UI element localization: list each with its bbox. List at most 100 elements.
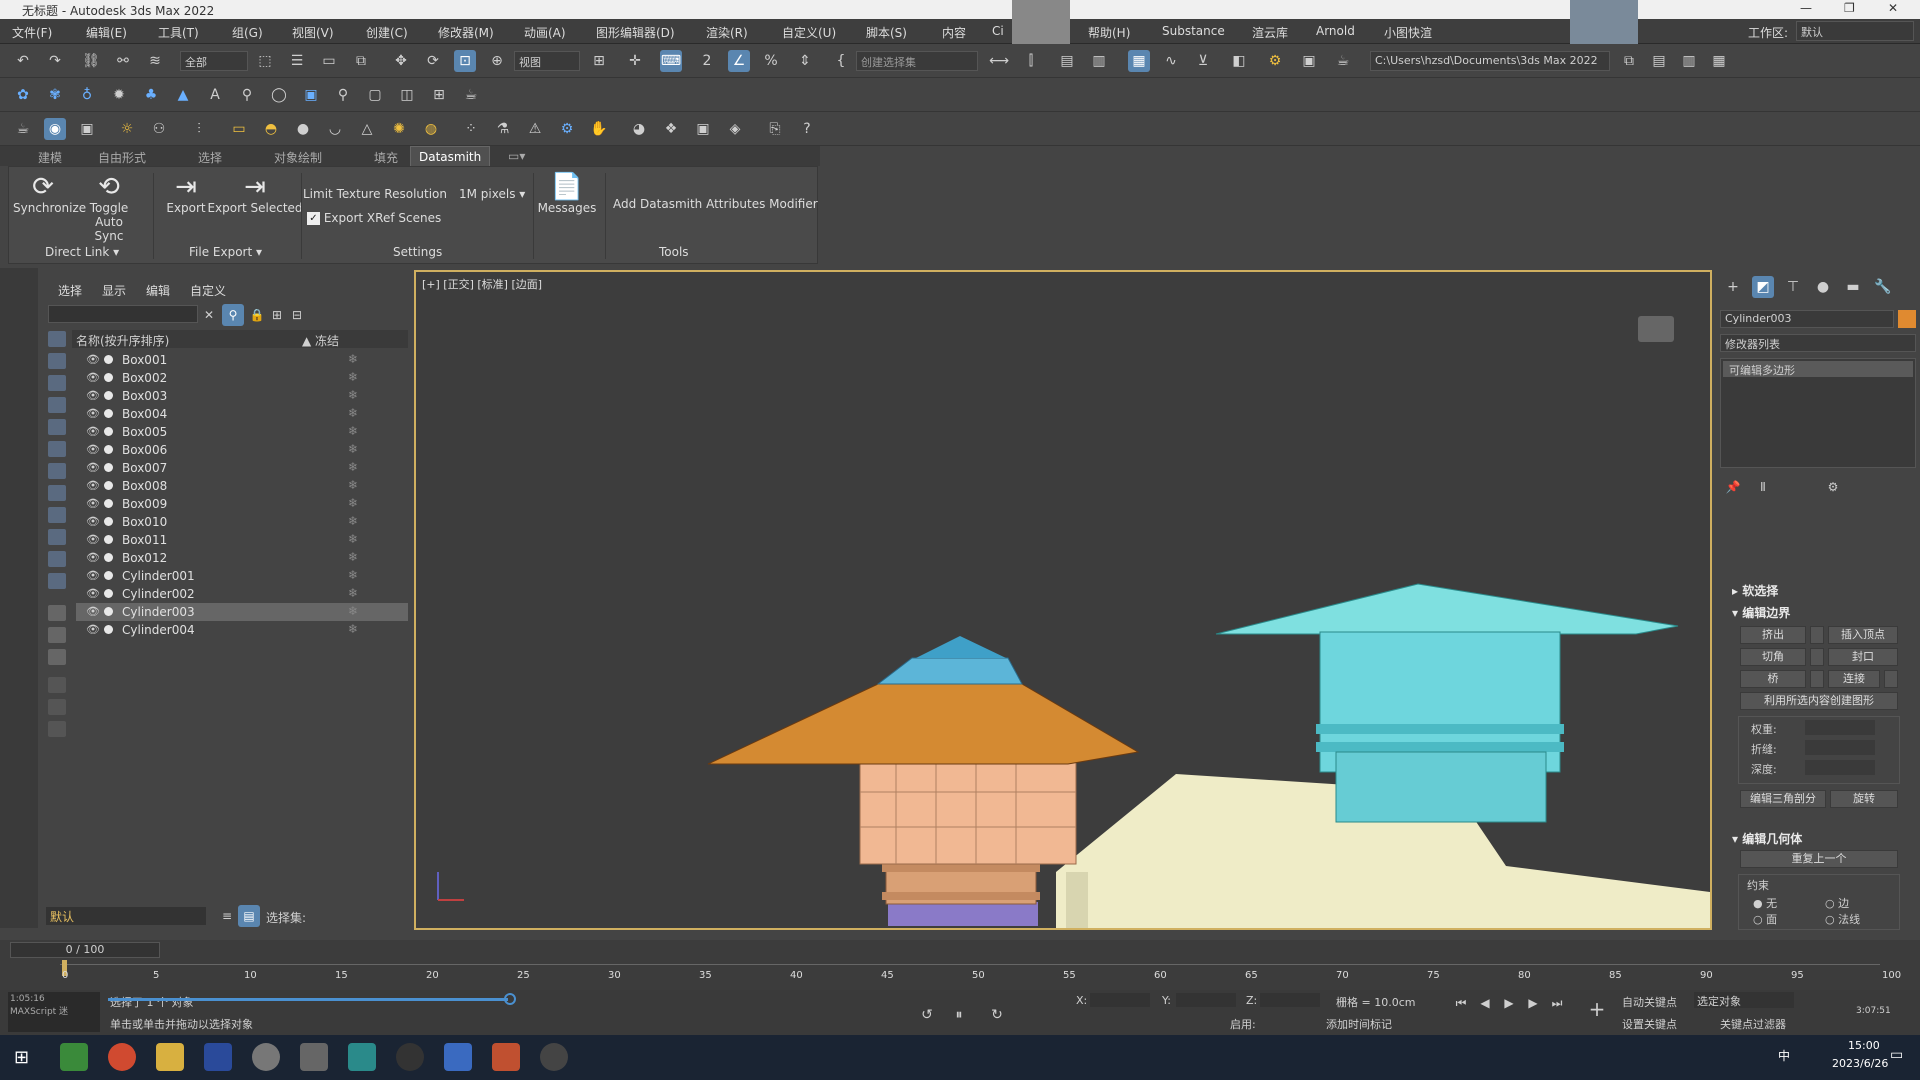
material-editor-icon[interactable]: ◧ <box>1228 50 1250 72</box>
connect-settings-button[interactable] <box>1884 670 1898 688</box>
particle-icon[interactable]: ⁘ <box>460 118 482 140</box>
extrude-settings-button[interactable] <box>1810 626 1824 644</box>
key-filters-button[interactable]: 关键点过滤器 <box>1720 1016 1786 1032</box>
column-name-header[interactable]: 名称(按升序排序) <box>76 332 169 349</box>
explorer-row[interactable]: 👁 Cylinder002 ❄ <box>76 585 408 603</box>
teapot-icon[interactable]: ☕ <box>12 118 34 140</box>
chamfer-settings-button[interactable] <box>1810 648 1824 666</box>
x-coordinate-field[interactable] <box>1090 993 1150 1007</box>
globe-icon[interactable]: ◕ <box>628 118 650 140</box>
taskbar-app-1[interactable] <box>60 1043 88 1071</box>
render-toggle-icon[interactable] <box>104 571 113 580</box>
tree-icon[interactable]: ♣ <box>140 84 162 106</box>
bridge-settings-button[interactable] <box>1810 670 1824 688</box>
progress-handle[interactable] <box>504 993 516 1005</box>
edit-triangulation-button[interactable]: 编辑三角剖分 <box>1740 790 1826 808</box>
schematic-view-icon[interactable]: ⊻ <box>1192 50 1214 72</box>
create-tab-icon[interactable]: + <box>1722 276 1744 298</box>
tab-modeling[interactable]: 建模 <box>38 149 62 166</box>
tab-populate[interactable]: 填充 <box>374 149 398 166</box>
layer-stack-icon[interactable]: ≡ <box>216 905 238 927</box>
play-icon[interactable]: ▶ <box>1498 992 1520 1014</box>
menu-substance[interactable]: Substance <box>1162 24 1225 38</box>
rollout-soft-selection[interactable]: ▸ 软选择 <box>1732 582 1778 599</box>
menu-customize[interactable]: 自定义(U) <box>782 24 836 41</box>
reference-coordinate-dropdown[interactable]: 视图 <box>514 51 580 71</box>
display-shapes-icon[interactable] <box>48 353 66 369</box>
freeze-icon[interactable]: ❄ <box>348 352 358 366</box>
filter-icon[interactable]: ⚲ <box>222 304 244 326</box>
freeze-icon[interactable]: ❄ <box>348 604 358 618</box>
menu-civil[interactable]: Ci <box>992 24 1004 38</box>
add-time-tag[interactable]: 添加时间标记 <box>1326 1016 1392 1032</box>
motion-tab-icon[interactable]: ● <box>1812 276 1834 298</box>
freeze-icon[interactable]: ❄ <box>348 478 358 492</box>
render-toggle-icon[interactable] <box>104 355 113 364</box>
layer-explorer-icon[interactable]: ▤ <box>1056 50 1078 72</box>
insert-vertex-button[interactable]: 插入顶点 <box>1828 626 1898 644</box>
menu-help[interactable]: 帮助(H) <box>1088 24 1130 41</box>
explorer-row[interactable]: 👁 Cylinder001 ❄ <box>76 567 408 585</box>
time-slider[interactable]: 0 / 100 <box>10 942 160 958</box>
snaps-toggle-icon[interactable]: 2 <box>696 50 718 72</box>
edit-named-selection-icon[interactable]: { <box>830 50 852 72</box>
taskbar-app-arrow[interactable] <box>444 1043 472 1071</box>
hierarchy-icon[interactable]: ⊞ <box>266 304 288 326</box>
window-crossing-icon[interactable]: ⧉ <box>350 50 372 72</box>
shape-icon[interactable]: ⚠ <box>524 118 546 140</box>
visibility-eye-icon[interactable]: 👁 <box>86 371 100 384</box>
minimize-icon[interactable]: — <box>1800 1 1812 15</box>
messages-button[interactable]: 📄 Messages <box>537 173 597 215</box>
taskbar-app-p[interactable] <box>204 1043 232 1071</box>
connect-button[interactable]: 连接 <box>1828 670 1880 688</box>
menu-modifiers[interactable]: 修改器(M) <box>438 24 494 41</box>
stack-item-editable-poly[interactable]: 可编辑多边形 <box>1723 361 1913 377</box>
viewport-layout-icon[interactable]: ▢ <box>364 84 386 106</box>
percent-snap-icon[interactable]: % <box>760 50 782 72</box>
extrude-button[interactable]: 挤出 <box>1740 626 1806 644</box>
explorer-row[interactable]: 👁 Box011 ❄ <box>76 531 408 549</box>
pyramid-icon[interactable]: △ <box>356 118 378 140</box>
sky-sun-icon[interactable]: ✺ <box>388 118 410 140</box>
taskbar-app-office[interactable] <box>492 1043 520 1071</box>
visibility-eye-icon[interactable]: 👁 <box>86 497 100 510</box>
create-shape-button[interactable]: 利用所选内容创建图形 <box>1740 692 1898 710</box>
curve-editor-icon[interactable]: ∿ <box>1160 50 1182 72</box>
group-direct-link[interactable]: Direct Link ▾ <box>45 245 119 259</box>
show-end-result-icon[interactable]: Ⅱ <box>1752 476 1774 498</box>
render-toggle-icon[interactable] <box>104 607 113 616</box>
bone-icon[interactable]: ⚲ <box>236 84 258 106</box>
freeze-icon[interactable]: ❄ <box>348 442 358 456</box>
freeze-icon[interactable]: ❄ <box>348 532 358 546</box>
turn-button[interactable]: 旋转 <box>1830 790 1898 808</box>
taskbar-app-avatar[interactable] <box>540 1043 568 1071</box>
display-hidden-icon[interactable] <box>48 573 66 589</box>
visibility-eye-icon[interactable]: 👁 <box>86 587 100 600</box>
explorer-row[interactable]: 👁 Box006 ❄ <box>76 441 408 459</box>
selection-set-icon[interactable]: ▤ <box>238 905 260 927</box>
viewport-layout-3-icon[interactable]: ⊞ <box>428 84 450 106</box>
freeze-icon[interactable]: ❄ <box>348 388 358 402</box>
layer-dropdown[interactable]: 默认 <box>46 907 206 925</box>
freeze-icon[interactable]: ❄ <box>348 514 358 528</box>
redo-icon[interactable]: ↷ <box>44 50 66 72</box>
y-coordinate-field[interactable] <box>1176 993 1236 1007</box>
goto-end-icon[interactable]: ⏭ <box>1546 992 1568 1014</box>
toggle-auto-sync-button[interactable]: ⟲ Toggle Auto Sync <box>79 173 139 243</box>
maxscript-listener[interactable]: 1:05:16 MAXScript 迷 <box>8 992 100 1032</box>
menu-rendering[interactable]: 渲染(R) <box>706 24 748 41</box>
explorer-tab-edit[interactable]: 编辑 <box>146 282 170 299</box>
filter-funnel-icon[interactable] <box>48 677 66 693</box>
tab-freeform[interactable]: 自由形式 <box>98 149 146 166</box>
toggle-scene-explorer-icon[interactable]: ▥ <box>1088 50 1110 72</box>
maximize-icon[interactable]: ❐ <box>1844 1 1855 15</box>
menu-group[interactable]: 组(G) <box>232 24 263 41</box>
rollout-edit-geometry[interactable]: ▾ 编辑几何体 <box>1732 830 1802 847</box>
render-toggle-icon[interactable] <box>104 517 113 526</box>
explorer-row[interactable]: 👁 Box012 ❄ <box>76 549 408 567</box>
render-toggle-icon[interactable] <box>104 589 113 598</box>
lock-icon[interactable]: 🔒 <box>246 304 268 326</box>
viewport-layout-2-icon[interactable]: ◫ <box>396 84 418 106</box>
explorer-tab-select[interactable]: 选择 <box>58 282 82 299</box>
select-object-icon[interactable]: ⬚ <box>254 50 276 72</box>
